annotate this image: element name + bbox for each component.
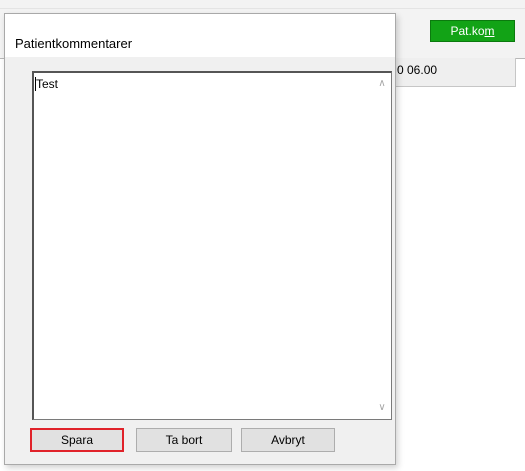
chevron-down-icon[interactable]: ∨ bbox=[373, 399, 391, 417]
patient-comments-dialog: Patientkommentarer Test ∧ ∨ Spara Ta bor… bbox=[4, 13, 396, 465]
patkom-label-prefix: Pat.ko bbox=[450, 24, 485, 38]
time-cell[interactable]: 0 06.00 bbox=[394, 58, 516, 87]
patkom-button[interactable]: Pat.kom bbox=[430, 20, 515, 42]
vertical-scrollbar[interactable]: ∧ ∨ bbox=[373, 73, 391, 419]
delete-button[interactable]: Ta bort bbox=[136, 428, 232, 452]
dialog-title: Patientkommentarer bbox=[15, 36, 133, 51]
comment-text: Test bbox=[36, 77, 59, 91]
divider bbox=[0, 8, 525, 9]
dialog-titlebar[interactable]: Patientkommentarer bbox=[5, 14, 395, 57]
dialog-body: Test ∧ ∨ Spara Ta bort Avbryt bbox=[5, 57, 395, 464]
chevron-up-icon[interactable]: ∧ bbox=[373, 75, 391, 93]
patkom-label-accelerator: m bbox=[484, 24, 495, 38]
save-button[interactable]: Spara bbox=[30, 428, 124, 452]
comment-textarea[interactable]: Test ∧ ∨ bbox=[32, 71, 392, 420]
cancel-button[interactable]: Avbryt bbox=[241, 428, 335, 452]
